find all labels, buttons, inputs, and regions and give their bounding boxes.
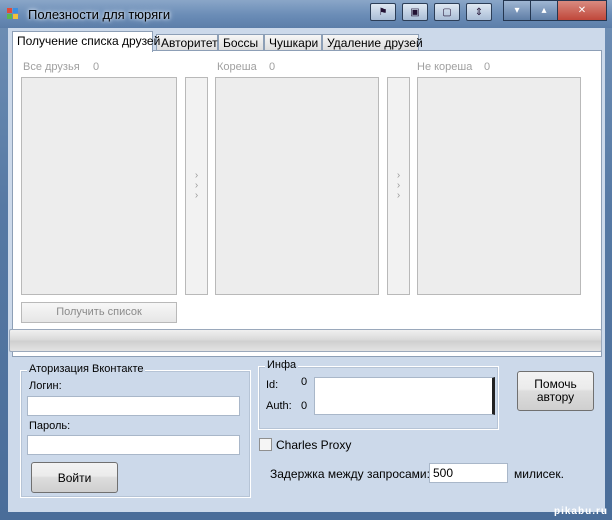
info-group-title: Инфа xyxy=(265,359,299,371)
tab-avtoritet[interactable]: Авторитет xyxy=(156,34,218,51)
charles-proxy-checkbox[interactable] xyxy=(259,438,272,451)
ne-koresha-listbox[interactable] xyxy=(417,77,581,295)
collapse-icon[interactable]: ⇕ xyxy=(466,3,492,21)
tab-chushkari[interactable]: Чушкари xyxy=(264,34,322,51)
chevron-down-icon: ▾ xyxy=(514,5,520,16)
password-label: Пароль: xyxy=(29,420,71,432)
id-value: 0 xyxy=(301,376,308,388)
move-to-ne-koresha-button[interactable]: › › › xyxy=(387,77,410,295)
chevron-up-icon: ▴ xyxy=(541,5,547,16)
all-friends-listbox[interactable] xyxy=(21,77,177,295)
get-list-button[interactable]: Получить список xyxy=(21,302,177,323)
login-field[interactable] xyxy=(27,396,240,416)
client-area: Получение списка друзей Авторитет Боссы … xyxy=(8,28,605,512)
close-icon: ✕ xyxy=(577,5,587,16)
close-button[interactable]: ✕ xyxy=(557,0,607,21)
chevron-right-icon: › xyxy=(396,190,401,201)
all-friends-count: 0 xyxy=(93,61,100,73)
help-author-button[interactable]: Помочь автору xyxy=(517,371,594,411)
monitor-icon[interactable]: ▣ xyxy=(402,3,428,21)
watermark: pikabu.ru xyxy=(553,506,608,517)
vk-auth-group-title: Аторизация Вконтакте xyxy=(27,363,146,375)
all-friends-label: Все друзья xyxy=(23,61,80,73)
app-window: Полезности для тюряги ⚑ ▣ ▢ ⇕ ▾ ▴ ✕ Полу… xyxy=(0,0,612,520)
flag-icon[interactable]: ⚑ xyxy=(370,3,396,21)
minimize-button[interactable]: ▾ xyxy=(503,0,531,21)
progress-bar xyxy=(9,329,602,352)
auth-label: Auth: xyxy=(266,400,292,412)
tab-friends-list[interactable]: Получение списка друзей xyxy=(12,31,160,52)
koresha-label: Кореша xyxy=(217,61,257,73)
title-bar: Полезности для тюряги ⚑ ▣ ▢ ⇕ ▾ ▴ ✕ xyxy=(0,0,612,28)
auth-value: 0 xyxy=(301,400,308,412)
delay-label: Задержка между запросами: xyxy=(270,467,430,481)
charles-proxy-label: Charles Proxy xyxy=(276,438,352,452)
window-icon[interactable]: ▢ xyxy=(434,3,460,21)
koresha-count: 0 xyxy=(269,61,276,73)
move-to-koresha-button[interactable]: › › › xyxy=(185,77,208,295)
koresha-listbox[interactable] xyxy=(215,77,379,295)
login-label: Логин: xyxy=(29,380,62,392)
password-field[interactable] xyxy=(27,435,240,455)
ne-koresha-label: Не кореша xyxy=(417,61,473,73)
info-group: Инфа Id: 0 Auth: 0 xyxy=(258,359,499,430)
delay-unit-label: милисек. xyxy=(514,467,564,481)
chevron-right-icon: › xyxy=(194,190,199,201)
tab-page-friends: Все друзья 0 Кореша 0 Не кореша 0 › › › … xyxy=(12,50,602,357)
info-notes-box[interactable] xyxy=(314,377,495,415)
tab-delete-friends[interactable]: Удаление друзей xyxy=(322,34,423,51)
delay-input[interactable] xyxy=(429,463,508,483)
login-button[interactable]: Войти xyxy=(31,462,118,493)
ne-koresha-count: 0 xyxy=(484,61,491,73)
maximize-button[interactable]: ▴ xyxy=(530,0,558,21)
id-label: Id: xyxy=(266,379,279,391)
vk-auth-group: Аторизация Вконтакте Логин: Пароль: Войт… xyxy=(20,363,251,498)
window-title: Полезности для тюряги xyxy=(28,7,171,22)
app-icon xyxy=(7,8,19,20)
tab-bosses[interactable]: Боссы xyxy=(218,34,264,51)
